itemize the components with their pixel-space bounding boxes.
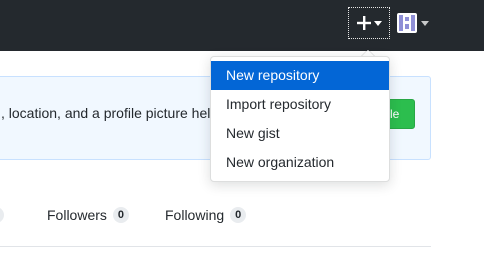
plus-icon	[356, 16, 371, 30]
menu-item-new-repository[interactable]: New repository	[211, 61, 389, 90]
avatar	[397, 13, 417, 33]
tab-count: 0	[230, 207, 247, 223]
menu-item-new-gist[interactable]: New gist	[211, 119, 389, 148]
banner-text: , location, and a profile picture help	[1, 105, 219, 121]
tab-label: Following	[165, 207, 225, 223]
tabs-divider	[0, 246, 431, 247]
user-menu-button[interactable]	[397, 10, 435, 36]
menu-item-new-organization[interactable]: New organization	[211, 148, 389, 177]
menu-item-import-repository[interactable]: Import repository	[211, 90, 389, 119]
tab-count: 0	[112, 207, 130, 223]
tab-followers[interactable]: Followers 0	[47, 207, 130, 223]
top-header	[0, 0, 484, 51]
chevron-down-icon	[421, 20, 429, 26]
profile-tabs: 0 Followers 0 Following 0	[0, 207, 484, 227]
create-new-dropdown: New repository Import repository New gis…	[210, 56, 390, 182]
tab-count: 0	[0, 207, 5, 223]
tab-following[interactable]: Following 0	[165, 207, 247, 223]
tab-label: Followers	[47, 207, 107, 223]
tab-stars[interactable]: 0	[0, 207, 5, 223]
create-new-button[interactable]	[348, 7, 390, 39]
chevron-down-icon	[373, 20, 382, 26]
